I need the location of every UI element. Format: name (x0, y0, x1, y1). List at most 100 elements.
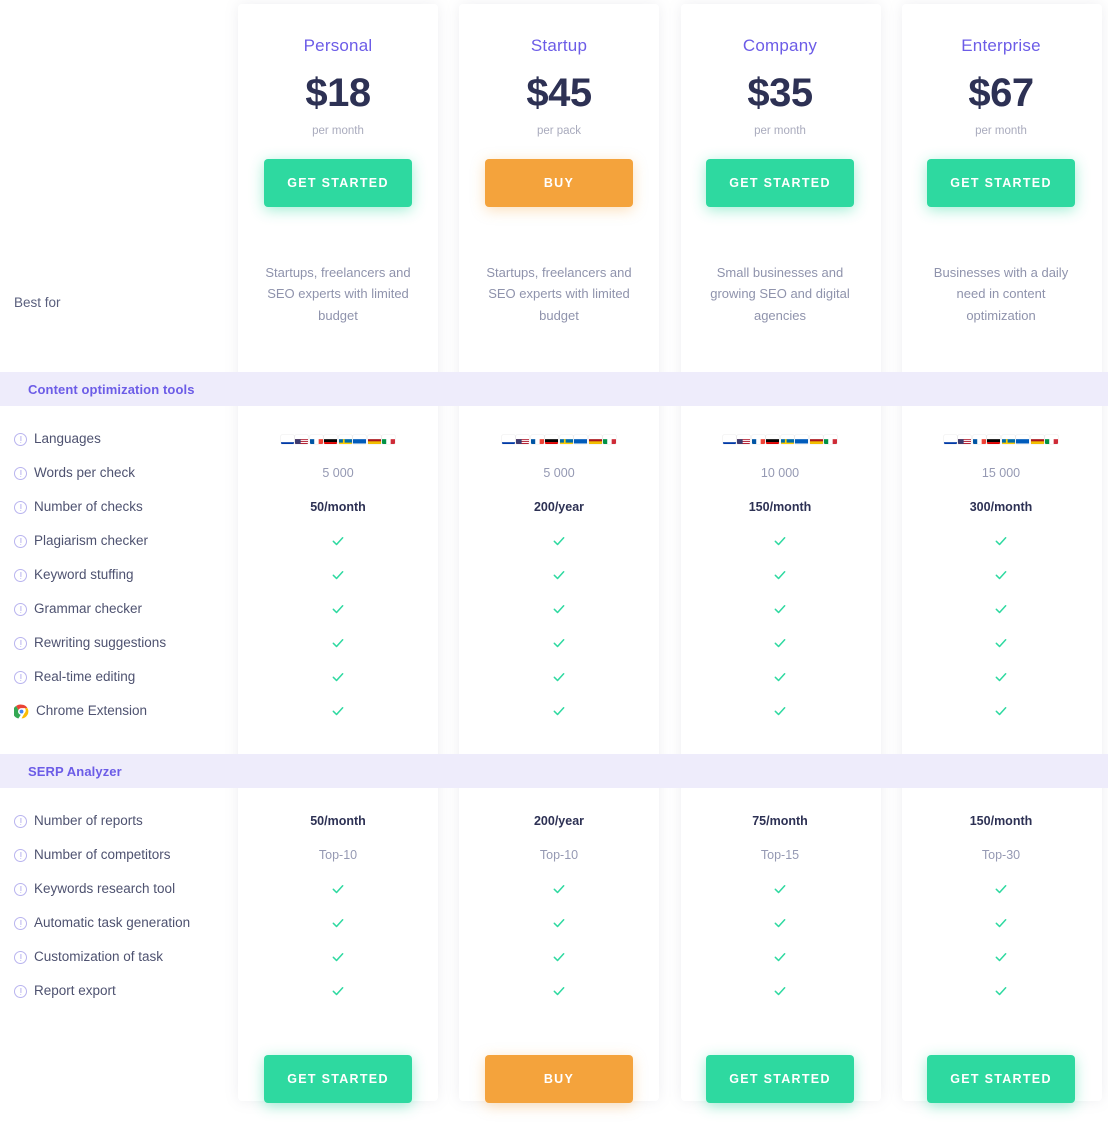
feature-label-text: Number of checks (34, 500, 143, 514)
flag-icon-germany (987, 435, 1000, 444)
best-for-text: Small businesses and growing SEO and dig… (700, 262, 860, 326)
feature-label-text: Plagiarism checker (34, 534, 148, 548)
plan-cta-button-top-personal[interactable]: GET STARTED (264, 159, 412, 207)
feature-value-cell (238, 524, 438, 558)
feature-row: Keyword stuffing (0, 558, 1108, 592)
feature-value-cell: 10 000 (680, 456, 880, 490)
plan-cta-button-bottom-startup[interactable]: BUY (485, 1055, 633, 1103)
column-gap (438, 456, 459, 490)
check-icon (773, 882, 787, 896)
feature-value-cell (459, 626, 659, 660)
feature-value-cell (459, 694, 659, 728)
column-gap (438, 490, 459, 524)
info-icon[interactable] (14, 467, 27, 480)
feature-sections: Content optimization toolsLanguagesWords… (0, 372, 1108, 1008)
feature-value-cell (901, 694, 1101, 728)
info-icon[interactable] (14, 815, 27, 828)
info-icon[interactable] (14, 535, 27, 548)
check-icon (331, 636, 345, 650)
column-gap (438, 558, 459, 592)
feature-label-cell: Number of competitors (0, 838, 238, 872)
feature-label-cell: Rewriting suggestions (0, 626, 238, 660)
feature-value-cell: 150/month (680, 490, 880, 524)
flag-icon-italy (382, 435, 395, 444)
check-icon (552, 882, 566, 896)
feature-value-cell (459, 906, 659, 940)
info-icon[interactable] (14, 637, 27, 650)
chrome-icon (14, 704, 29, 719)
plan-footer-startup: BUY (459, 1008, 659, 1128)
flag-icon-spain (1031, 435, 1044, 444)
info-icon[interactable] (14, 917, 27, 930)
column-gap (438, 872, 459, 906)
info-icon[interactable] (14, 883, 27, 896)
plan-cta-button-bottom-personal[interactable]: GET STARTED (264, 1055, 412, 1103)
flag-icon-spain (589, 435, 602, 444)
flag-icon-sweden (781, 435, 794, 444)
column-gap (880, 592, 901, 626)
plan-cta-button-bottom-company[interactable]: GET STARTED (706, 1055, 854, 1103)
feature-label-text: Number of reports (34, 814, 143, 828)
best-for-label: Best for (14, 295, 61, 310)
info-icon[interactable] (14, 951, 27, 964)
feature-value: Top-15 (761, 848, 799, 862)
flag-icon-ukraine (353, 435, 366, 444)
info-icon[interactable] (14, 985, 27, 998)
info-icon[interactable] (14, 569, 27, 582)
info-icon[interactable] (14, 433, 27, 446)
column-gap (880, 626, 901, 660)
check-icon (994, 568, 1008, 582)
column-gap (659, 626, 680, 660)
feature-value-cell (901, 872, 1101, 906)
column-gap (438, 838, 459, 872)
check-icon (331, 602, 345, 616)
flag-icon-usa (295, 435, 308, 444)
info-icon[interactable] (14, 603, 27, 616)
feature-value-cell (459, 940, 659, 974)
column-gap (659, 974, 680, 1008)
column-gap (659, 592, 680, 626)
feature-value: 50/month (310, 814, 366, 828)
plan-period: per pack (537, 125, 581, 137)
feature-value-cell (680, 558, 880, 592)
feature-value-cell (459, 558, 659, 592)
info-icon[interactable] (14, 849, 27, 862)
plan-footer-enterprise: GET STARTED (901, 1008, 1101, 1128)
check-icon (552, 984, 566, 998)
plan-cta-button-top-company[interactable]: GET STARTED (706, 159, 854, 207)
flag-icon-italy (603, 435, 616, 444)
feature-value-cell (680, 524, 880, 558)
flag-icon-russia (944, 435, 957, 444)
flag-icon-ukraine (574, 435, 587, 444)
feature-value-cell: 300/month (901, 490, 1101, 524)
feature-label: Chrome Extension (14, 704, 147, 719)
check-icon (331, 704, 345, 718)
section-header-serp-analyzer: SERP Analyzer (0, 754, 1108, 788)
check-icon (773, 534, 787, 548)
check-icon (773, 568, 787, 582)
language-flags (281, 435, 396, 444)
column-gap (659, 940, 680, 974)
check-icon (331, 950, 345, 964)
feature-value-cell (680, 592, 880, 626)
info-icon[interactable] (14, 501, 27, 514)
feature-label: Grammar checker (14, 602, 142, 616)
feature-value-cell: Top-10 (459, 838, 659, 872)
check-icon (331, 670, 345, 684)
plan-cta-button-top-startup[interactable]: BUY (485, 159, 633, 207)
plan-cta-button-bottom-enterprise[interactable]: GET STARTED (927, 1055, 1075, 1103)
plan-cta-button-top-enterprise[interactable]: GET STARTED (927, 159, 1075, 207)
flag-icon-spain (368, 435, 381, 444)
feature-label: Number of checks (14, 500, 143, 514)
feature-value-cell (901, 660, 1101, 694)
feature-label-text: Words per check (34, 466, 135, 480)
flag-icon-spain (810, 435, 823, 444)
check-icon (994, 636, 1008, 650)
plan-header-enterprise: Enterprise $67 per month GET STARTED (901, 0, 1101, 232)
feature-value-cell (680, 694, 880, 728)
feature-label: Languages (14, 432, 101, 446)
column-gap (880, 694, 901, 728)
column-gap (438, 626, 459, 660)
feature-label: Rewriting suggestions (14, 636, 166, 650)
info-icon[interactable] (14, 671, 27, 684)
